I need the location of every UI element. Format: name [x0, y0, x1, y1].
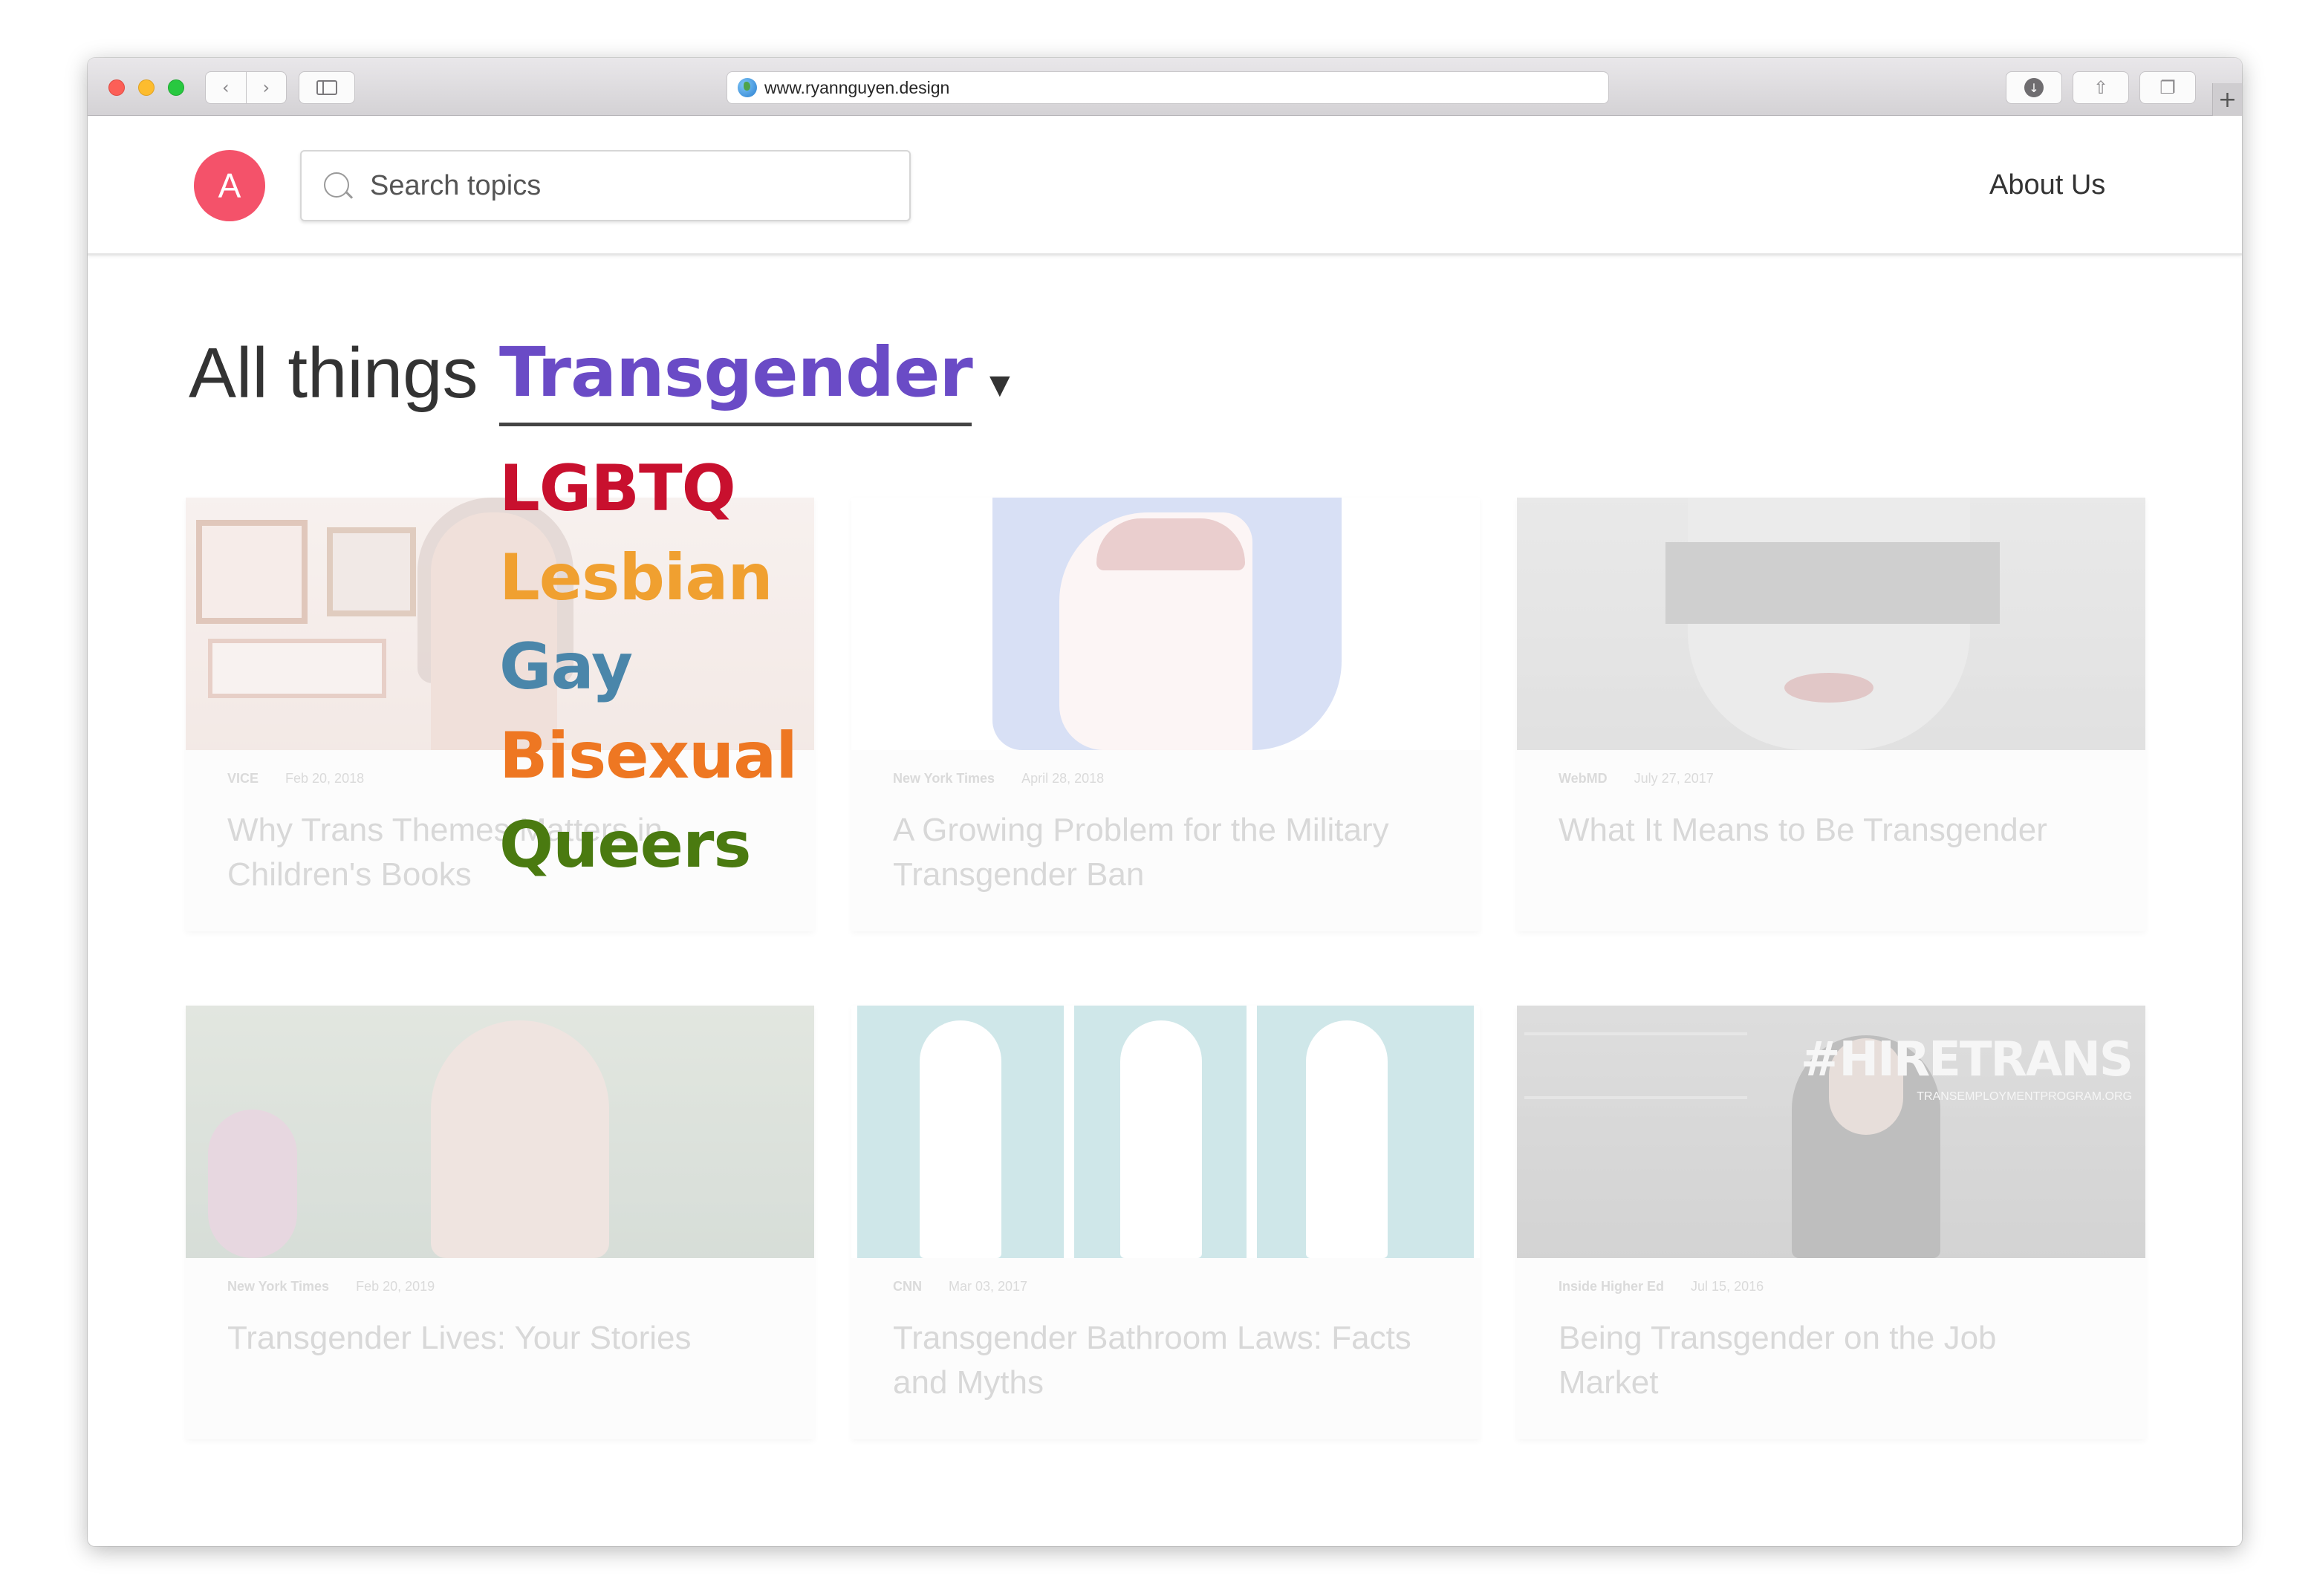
url-text: www.ryannguyen.design	[764, 77, 950, 97]
article-source: New York Times	[227, 1279, 330, 1294]
topic-option-gay[interactable]: Gay	[499, 622, 797, 711]
share-icon: ⇧	[2093, 77, 2109, 98]
article-meta: New York Times April 28, 2018	[893, 771, 1104, 786]
tab-overview-button[interactable]: ❐	[2139, 71, 2196, 104]
article-date: Feb 20, 2019	[356, 1279, 435, 1294]
article-meta: CNN Mar 03, 2017	[893, 1279, 1027, 1294]
article-date: April 28, 2018	[1021, 771, 1105, 786]
article-card[interactable]: #HIRETRANS TRANSEMPLOYMENTPROGRAM.ORG In…	[1517, 1006, 2145, 1439]
article-meta: VICE Feb 20, 2018	[227, 771, 364, 786]
article-date: July 27, 2017	[1634, 771, 1714, 786]
topic-dropdown-menu: LGBTQ Lesbian Gay Bisexual Queers	[499, 444, 798, 890]
article-meta: New York Times Feb 20, 2019	[227, 1279, 435, 1294]
address-bar[interactable]: www.ryannguyen.design	[727, 71, 1609, 104]
article-source: Inside Higher Ed	[1559, 1279, 1665, 1294]
article-source: CNN	[893, 1279, 922, 1294]
share-button[interactable]: ⇧	[2073, 71, 2129, 104]
topic-option-queers[interactable]: Queers	[499, 801, 797, 890]
site-header: A About Us	[88, 116, 2242, 255]
article-grid: VICE Feb 20, 2018 Why Trans Themes Matter…	[186, 498, 2147, 1448]
selected-topic: Transgender	[499, 333, 973, 412]
article-title: Transgender Bathroom Laws: Facts and Myt…	[893, 1320, 1411, 1401]
globe-icon	[738, 78, 757, 97]
downloads-button[interactable]: ↓	[2006, 71, 2062, 104]
article-card[interactable]: CNN Mar 03, 2017 Transgender Bathroom Law…	[851, 1006, 1480, 1439]
article-meta: WebMD July 27, 2017	[1559, 771, 1714, 786]
article-title: What It Means to Be Transgender	[1559, 812, 2047, 848]
article-card[interactable]: WebMD July 27, 2017 What It Means to Be T…	[1517, 498, 2145, 931]
article-source: WebMD	[1559, 771, 1608, 786]
history-nav-group: ‹ ›	[205, 71, 287, 104]
chevron-left-icon: ‹	[221, 77, 230, 98]
bathroom-signs-image	[851, 1006, 1480, 1258]
page-title-prefix: All things	[189, 333, 478, 413]
sidebar-icon	[316, 80, 337, 95]
article-source: New York Times	[893, 771, 995, 786]
minimize-window-button[interactable]	[138, 79, 155, 96]
portrait-mask-image	[1517, 498, 2145, 750]
download-icon: ↓	[2024, 78, 2044, 97]
article-date: Mar 03, 2017	[949, 1279, 1028, 1294]
sidebar-toggle-button[interactable]	[299, 71, 355, 104]
browser-window: ‹ › www.ryannguyen.design ↓ ⇧ ❐ + A Sear…	[88, 58, 2242, 1546]
tabs-icon: ❐	[2159, 77, 2176, 98]
page-title: All things	[189, 333, 478, 414]
article-date: Jul 15, 2016	[1691, 1279, 1764, 1294]
article-title: A Growing Problem for the Military Trans…	[893, 812, 1389, 893]
site-logo[interactable]: A	[194, 150, 265, 221]
search-input[interactable]	[370, 169, 890, 202]
chevron-right-icon: ›	[262, 77, 270, 98]
new-tab-button[interactable]: +	[2212, 83, 2242, 116]
dropdown-caret-icon[interactable]: ▼	[989, 370, 1010, 400]
topic-option-bisexual[interactable]: Bisexual	[499, 711, 798, 801]
about-us-link[interactable]: About Us	[1989, 169, 2105, 201]
article-meta: Inside Higher Ed Jul 15, 2016	[1559, 1279, 1764, 1294]
topic-select[interactable]: Transgender	[499, 333, 973, 426]
search-box	[300, 150, 911, 221]
search-icon	[322, 171, 352, 201]
back-button[interactable]: ‹	[206, 72, 246, 103]
article-source: VICE	[227, 771, 259, 786]
parade-photo-image	[186, 1006, 814, 1258]
plus-icon: +	[2217, 86, 2237, 113]
article-card[interactable]: New York Times Feb 20, 2019 Transgender L…	[186, 1006, 814, 1439]
browser-toolbar: ‹ › www.ryannguyen.design ↓ ⇧ ❐ +	[88, 58, 2242, 116]
hiretrans-hashtag: #HIRETRANS	[1800, 1032, 2133, 1087]
article-card[interactable]: New York Times April 28, 2018 A Growing P…	[851, 498, 1480, 931]
hiretrans-banner-image: #HIRETRANS TRANSEMPLOYMENTPROGRAM.ORG	[1517, 1006, 2145, 1258]
zoom-window-button[interactable]	[168, 79, 184, 96]
article-date: Feb 20, 2018	[285, 771, 365, 786]
topic-option-lesbian[interactable]: Lesbian	[499, 533, 797, 622]
topic-option-lgbtq[interactable]: LGBTQ	[499, 444, 797, 533]
hiretrans-site: TRANSEMPLOYMENTPROGRAM.ORG	[1917, 1090, 2132, 1103]
forward-button[interactable]: ›	[245, 72, 287, 103]
close-window-button[interactable]	[108, 79, 125, 96]
profile-illustration-image	[851, 498, 1480, 750]
article-title: Transgender Lives: Your Stories	[227, 1320, 692, 1356]
logo-letter: A	[218, 166, 241, 205]
article-title: Being Transgender on the Job Market	[1559, 1320, 1997, 1401]
